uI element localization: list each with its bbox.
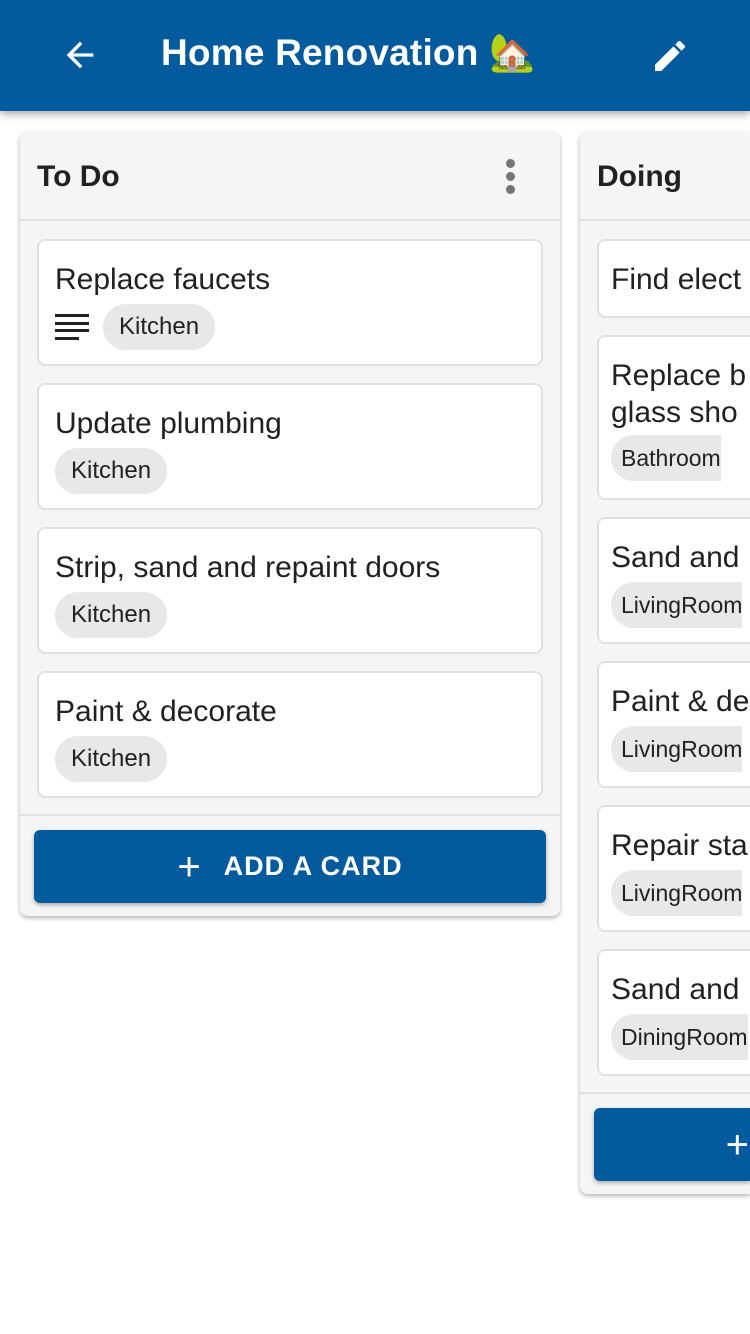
add-card-label: ADD A CARD	[223, 851, 403, 881]
card[interactable]: Sand and DiningRoom	[597, 949, 750, 1076]
more-vert-icon[interactable]	[506, 159, 516, 195]
card[interactable]: Sand and LivingRoom	[597, 517, 750, 644]
pencil-icon[interactable]	[650, 36, 690, 76]
card-title: Repair sta	[611, 829, 748, 862]
card-paint-decorate[interactable]: Paint & decorate Kitchen	[37, 671, 543, 798]
card[interactable]: Find elect	[597, 239, 750, 318]
card-title: Find elect	[611, 263, 742, 296]
label-chip: LivingRoom	[611, 582, 743, 628]
card-update-plumbing[interactable]: Update plumbing Kitchen	[37, 383, 543, 510]
card[interactable]: Repair sta LivingRoom	[597, 805, 750, 932]
plus-icon: +	[177, 844, 202, 889]
label-chip: LivingRoom	[611, 726, 743, 772]
card-title: Sand and	[611, 541, 740, 574]
column-title: Doing	[597, 160, 682, 193]
divider	[20, 814, 560, 816]
label-chip: Kitchen	[55, 592, 168, 638]
label-chip: LivingRoom	[611, 870, 743, 916]
card[interactable]: Paint & de LivingRoom	[597, 661, 750, 788]
arrow-back-icon[interactable]	[60, 35, 100, 75]
card-title: Sand and	[611, 973, 740, 1006]
card-title: Paint & decorate	[55, 695, 277, 728]
card-title: Replace b	[611, 359, 747, 392]
card-title: Replace faucets	[55, 263, 271, 296]
column-header: Doing	[580, 132, 750, 221]
label-chip: Kitchen	[55, 736, 168, 782]
card[interactable]: Replace b glass sho Bathroom	[597, 335, 750, 500]
column-title: To Do	[37, 160, 120, 193]
column-doing: Doing Find elect Replace b glass sho Bat…	[580, 132, 750, 1194]
card-title: Paint & de	[611, 685, 750, 718]
label-chip: Kitchen	[103, 304, 216, 350]
app-bar: Home Renovation 🏡	[0, 0, 750, 111]
column-to-do: To Do Replace faucets Kitchen Update plu…	[20, 132, 560, 916]
column-header: To Do	[20, 132, 560, 221]
card-title-line2: glass sho	[611, 396, 738, 429]
card-replace-faucets[interactable]: Replace faucets Kitchen	[37, 239, 543, 366]
label-chip: DiningRoom	[611, 1014, 748, 1060]
description-icon	[55, 314, 89, 340]
divider	[580, 1092, 750, 1094]
card-title: Update plumbing	[55, 407, 282, 440]
label-chip: Bathroom	[611, 435, 721, 481]
plus-icon: +	[725, 1122, 750, 1167]
label-chip: Kitchen	[55, 448, 168, 494]
add-card-button[interactable]: +	[594, 1108, 750, 1181]
card-strip-sand-repaint[interactable]: Strip, sand and repaint doors Kitchen	[37, 527, 543, 654]
card-title: Strip, sand and repaint doors	[55, 551, 441, 584]
add-card-button[interactable]: + ADD A CARD	[34, 830, 546, 903]
board-title: Home Renovation 🏡	[161, 32, 536, 73]
